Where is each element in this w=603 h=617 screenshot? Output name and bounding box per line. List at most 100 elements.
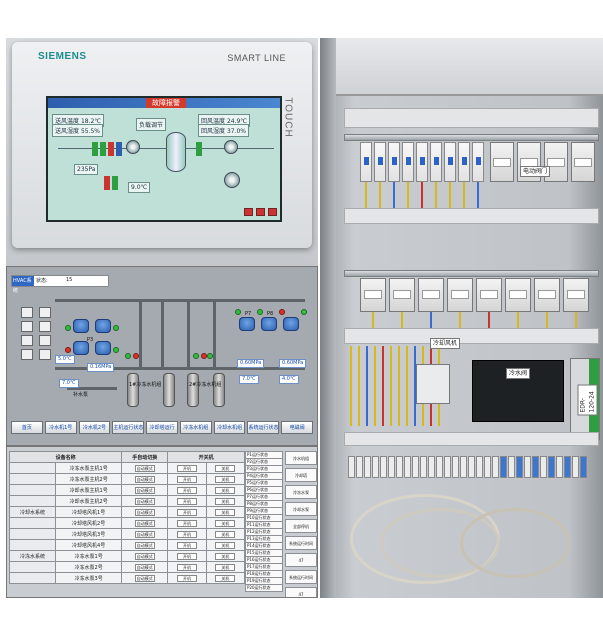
power-on-button[interactable]: 开机 <box>176 508 197 516</box>
power-on-button[interactable]: 开机 <box>176 497 197 505</box>
hmi-filter-icon <box>196 142 202 156</box>
power-off-button[interactable]: 关机 <box>215 541 236 549</box>
nav-button[interactable]: 冷却水机组 <box>213 421 246 434</box>
mode-toggle[interactable]: 自动模式 <box>134 486 155 494</box>
mode-cell: 自动模式 <box>121 473 169 485</box>
chiller-icon[interactable] <box>187 373 199 407</box>
pump-icon[interactable] <box>73 319 89 333</box>
power-on-button[interactable]: 开机 <box>176 486 197 494</box>
mode-toggle[interactable]: 自动模式 <box>134 563 155 571</box>
mode-toggle[interactable]: 自动模式 <box>134 519 155 527</box>
mode-toggle[interactable]: 自动模式 <box>134 508 155 516</box>
relay-label <box>480 290 498 299</box>
power-off-button[interactable]: 关机 <box>215 475 236 483</box>
power-on-button[interactable]: 开机 <box>176 563 197 571</box>
cooling-tower-icon <box>39 321 51 332</box>
power-off-button[interactable]: 关机 <box>215 563 236 571</box>
chiller-icon[interactable] <box>213 373 225 407</box>
mode-toggle[interactable]: 自动模式 <box>134 552 155 560</box>
power-off-button[interactable]: 关机 <box>215 486 236 494</box>
power-off-button[interactable]: 关机 <box>215 508 236 516</box>
pump-icon[interactable] <box>95 319 111 333</box>
power-on-button[interactable]: 开机 <box>176 530 197 538</box>
nav-button[interactable]: 冷却塔运行 <box>146 421 178 434</box>
status-cell: P14运行状态 <box>245 542 283 550</box>
pump-icon[interactable] <box>283 317 299 331</box>
mode-toggle[interactable]: 自动模式 <box>134 530 155 538</box>
status-row: P14运行状态 <box>245 542 283 550</box>
nav-button[interactable]: 主机运行状态 <box>112 421 145 434</box>
summary-button[interactable]: 系统运行时间 <box>285 570 317 584</box>
nav-button[interactable]: 冷水机1号 <box>44 421 77 434</box>
power-on-button[interactable]: 开机 <box>176 552 197 560</box>
relay-label <box>451 290 469 299</box>
mode-toggle[interactable]: 自动模式 <box>134 464 155 472</box>
power-off-button[interactable]: 关机 <box>215 574 236 582</box>
terminal-block <box>516 456 523 478</box>
device-name-cell: 冷却塔风机2号 <box>55 517 123 529</box>
nav-button[interactable]: 系统运行状态 <box>247 421 280 434</box>
scada-overview: HVAC系统 状态: 15 1#冷冻水机组 2#冷冻水机组 补水泵 P7 P8 … <box>6 266 318 446</box>
pump-icon[interactable] <box>95 341 111 355</box>
power-on-button[interactable]: 开机 <box>176 541 197 549</box>
hmi-alarm-banner[interactable]: 故障报警 <box>146 98 186 108</box>
hmi-panel: SIEMENS SMART LINE TOUCH 故障报警 送风温度 18.2℃… <box>12 42 312 248</box>
power-on-button[interactable]: 开机 <box>176 574 197 582</box>
mode-toggle[interactable]: 自动模式 <box>134 475 155 483</box>
power-off-button[interactable]: 关机 <box>215 552 236 560</box>
hmi-alarm-button[interactable] <box>256 208 265 216</box>
contactor-label <box>574 158 592 167</box>
pump-label: P3 <box>87 337 94 343</box>
nav-button[interactable]: 冷冻水机组 <box>179 421 212 434</box>
nav-button[interactable]: 电磁阀 <box>281 421 314 434</box>
table-row: 冷冻水泵2号 自动模式 开机 关机 <box>8 561 246 573</box>
power-on-button[interactable]: 开机 <box>176 475 197 483</box>
summary-button[interactable]: 冷水机组 <box>285 451 317 465</box>
wire <box>449 182 451 208</box>
pump-icon[interactable] <box>239 317 255 331</box>
table-row: 冷冻水泵3号 自动模式 开机 关机 <box>8 572 246 584</box>
hmi-brand-logo: SIEMENS <box>38 51 87 62</box>
hmi-alarm-button[interactable] <box>268 208 277 216</box>
chiller-icon[interactable] <box>127 373 139 407</box>
chiller-icon[interactable] <box>163 373 175 407</box>
wire <box>546 312 548 328</box>
summary-button[interactable]: 47 <box>285 553 317 567</box>
summary-button[interactable]: 冷却水泵 <box>285 502 317 516</box>
power-on-button[interactable]: 开机 <box>176 464 197 472</box>
device-name-cell: 冷冻水泵主机2号 <box>55 473 123 485</box>
mode-toggle[interactable]: 自动模式 <box>134 541 155 549</box>
power-off-button[interactable]: 关机 <box>215 464 236 472</box>
scada-value: 0.60MPa <box>279 359 307 368</box>
pump-icon[interactable] <box>261 317 277 331</box>
power-off-button[interactable]: 关机 <box>215 497 236 505</box>
status-led <box>207 353 213 359</box>
wire <box>366 346 368 426</box>
hmi-filter-icon <box>112 176 118 190</box>
on-cell: 开机 <box>167 528 207 540</box>
hmi-alarm-button[interactable] <box>244 208 253 216</box>
summary-button[interactable]: 47 <box>285 587 317 597</box>
pump-icon[interactable] <box>73 341 89 355</box>
mode-toggle[interactable]: 自动模式 <box>134 574 155 582</box>
summary-button[interactable]: 全部停机 <box>285 519 317 533</box>
relay-label <box>538 290 556 299</box>
nav-button[interactable]: 冷水机2号 <box>78 421 111 434</box>
power-off-button[interactable]: 关机 <box>215 530 236 538</box>
mode-toggle[interactable]: 自动模式 <box>134 497 155 505</box>
nav-button[interactable]: 首页 <box>11 421 43 434</box>
off-cell: 关机 <box>205 495 246 507</box>
filter-module <box>416 364 450 404</box>
power-off-button[interactable]: 关机 <box>215 519 236 527</box>
summary-button[interactable]: 冷却塔 <box>285 468 317 482</box>
terminal-block <box>500 456 507 478</box>
on-cell: 开机 <box>167 539 207 551</box>
off-cell: 关机 <box>205 462 246 474</box>
terminal-block <box>476 456 483 478</box>
hmi-screen[interactable]: 故障报警 送风温度 18.2℃ 送风湿度 55.5% 回风温度 24.9℃ 回风… <box>46 96 282 222</box>
relay-label <box>509 290 527 299</box>
summary-button[interactable]: 系统运行时间 <box>285 536 317 550</box>
summary-button[interactable]: 冷冻水泵 <box>285 485 317 499</box>
power-on-button[interactable]: 开机 <box>176 519 197 527</box>
status-cell: P7运行状态 <box>245 493 283 501</box>
